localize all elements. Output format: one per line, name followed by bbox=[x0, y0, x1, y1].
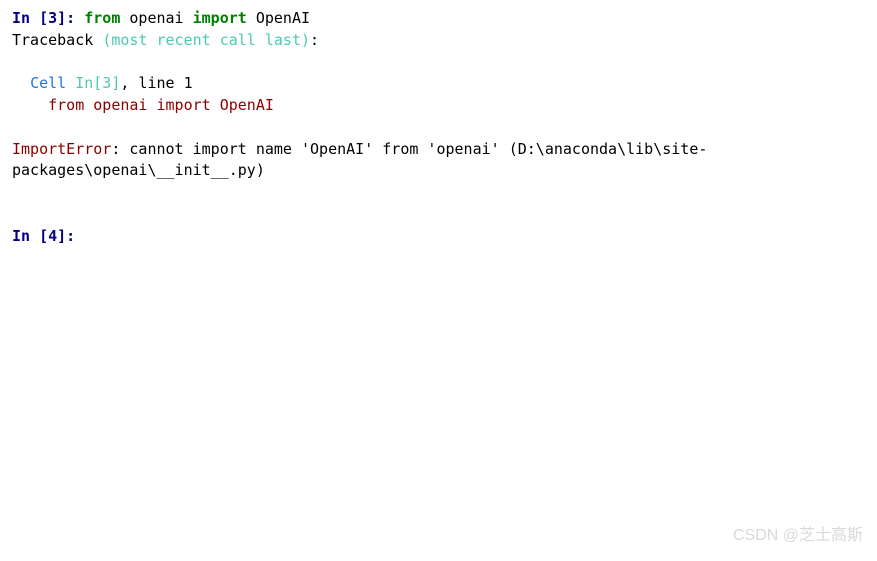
watermark: CSDN @芝士高斯 bbox=[733, 524, 863, 547]
space bbox=[184, 9, 193, 27]
traceback-colon: : bbox=[310, 31, 319, 49]
keyword-import: import bbox=[193, 9, 247, 27]
cell-in-ref: In[3] bbox=[75, 74, 120, 92]
prompt-in-3-num: 3 bbox=[48, 9, 57, 27]
traceback-code-line: from openai import OpenAI bbox=[12, 95, 865, 117]
module-openai: openai bbox=[129, 9, 183, 27]
error-name: ImportError bbox=[12, 140, 111, 158]
traceback-cell-ref: Cell In[3], line 1 bbox=[12, 73, 865, 95]
class-openai: OpenAI bbox=[256, 9, 310, 27]
input-cell-4[interactable]: In [4]: bbox=[12, 226, 865, 248]
cell-line-num: , line 1 bbox=[120, 74, 192, 92]
keyword-from: from bbox=[84, 9, 120, 27]
prompt-in-4-prefix: In [ bbox=[12, 227, 48, 245]
blank-line bbox=[12, 52, 865, 74]
error-colon: : bbox=[111, 140, 129, 158]
traceback-header: Traceback (most recent call last): bbox=[12, 30, 865, 52]
blank-line bbox=[12, 117, 865, 139]
prompt-in-3-suffix: ]: bbox=[57, 9, 84, 27]
prompt-in-3-prefix: In [ bbox=[12, 9, 48, 27]
error-line: ImportError: cannot import name 'OpenAI'… bbox=[12, 139, 865, 183]
traceback-label: Traceback bbox=[12, 31, 102, 49]
space bbox=[247, 9, 256, 27]
traceback-recent: (most recent call last) bbox=[102, 31, 310, 49]
prompt-in-4-num: 4 bbox=[48, 227, 57, 245]
cell-word: Cell bbox=[30, 74, 75, 92]
blank-line bbox=[12, 204, 865, 226]
blank-line bbox=[12, 182, 865, 204]
prompt-in-4-suffix: ]: bbox=[57, 227, 84, 245]
input-cell-3: In [3]: from openai import OpenAI bbox=[12, 8, 865, 30]
